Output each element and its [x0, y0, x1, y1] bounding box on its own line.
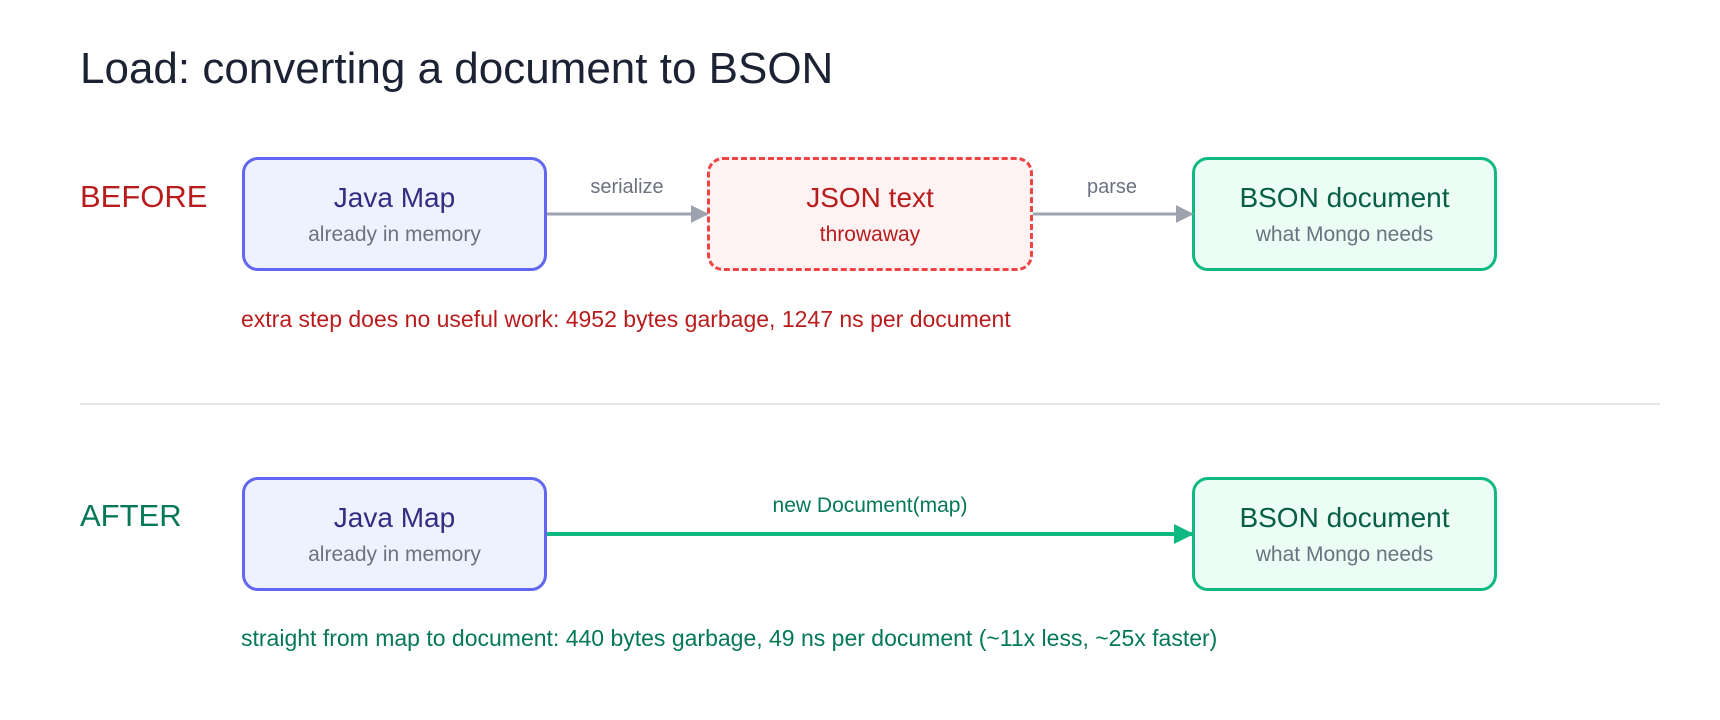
- arrows-layer: [547, 205, 1194, 544]
